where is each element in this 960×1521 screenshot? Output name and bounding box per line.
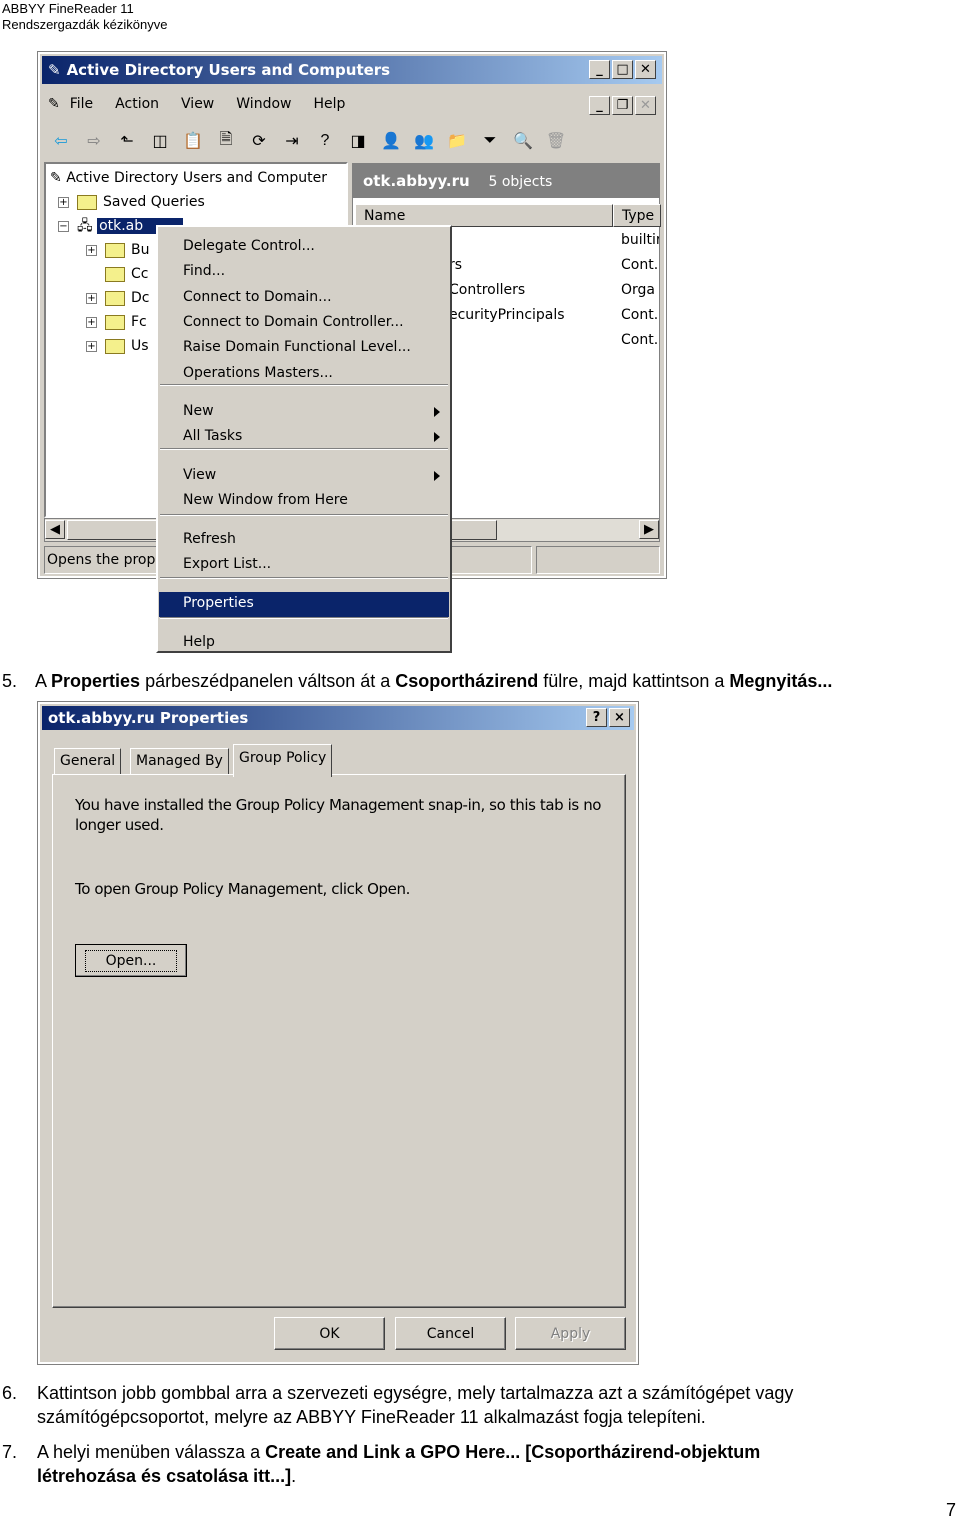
menu-item-connect-to-domain[interactable]: Connect to Domain... bbox=[183, 289, 332, 305]
pane-title: otk.abbyy.ru bbox=[363, 172, 470, 190]
child-restore-button[interactable]: ❐ bbox=[612, 96, 633, 115]
doc-header-subtitle: Rendszergazdák kézikönyve bbox=[2, 17, 168, 32]
submenu-arrow-icon bbox=[434, 471, 440, 481]
menu-item-view[interactable]: View bbox=[183, 467, 216, 483]
tree-root[interactable]: ✎ Active Directory Users and Computer bbox=[50, 166, 346, 190]
menu-separator bbox=[160, 617, 448, 619]
step-5: 5. A Properties párbeszédpanelen váltson … bbox=[2, 671, 833, 691]
step-7: 7. A helyi menüben válassza a Create and… bbox=[2, 1442, 761, 1486]
column-header-name[interactable]: Name bbox=[355, 204, 613, 227]
doc-header-title: ABBYY FineReader 11 bbox=[2, 1, 134, 16]
find-icon[interactable]: 🔍 bbox=[510, 128, 536, 154]
menu-item-new-window-from-here[interactable]: New Window from Here bbox=[183, 492, 348, 508]
cancel-button[interactable]: Cancel bbox=[395, 1317, 506, 1350]
maximize-button[interactable]: □ bbox=[612, 60, 633, 79]
column-header-type[interactable]: Type bbox=[613, 204, 661, 227]
menu-item-export-list[interactable]: Export List... bbox=[183, 556, 271, 572]
tree-item-saved-queries[interactable]: + Saved Queries bbox=[50, 190, 346, 214]
help-button[interactable]: ? bbox=[586, 708, 607, 727]
toolbar: ⇦ ⇨ ⬑ ◫ 📋 🗎 ⟳ ⇥ ? ◨ 👤 👥 📁 ⏷ 🔍 🗑 bbox=[48, 128, 576, 154]
cell-name: ecurityPrincipals bbox=[449, 307, 565, 323]
menu-item-refresh[interactable]: Refresh bbox=[183, 531, 236, 547]
context-menu: Delegate Control... Find... Connect to Dom… bbox=[156, 225, 452, 653]
apply-button[interactable]: Apply bbox=[515, 1317, 626, 1350]
menu-window[interactable]: Window bbox=[236, 96, 291, 112]
scroll-left-button[interactable]: ◀ bbox=[45, 520, 65, 539]
menu-separator bbox=[160, 514, 448, 516]
back-icon[interactable]: ⇦ bbox=[48, 128, 74, 154]
page-number: 7 bbox=[946, 1500, 957, 1520]
show-tree-icon[interactable]: ◫ bbox=[147, 128, 173, 154]
ok-button[interactable]: OK bbox=[274, 1317, 385, 1350]
cell-type: Cont. bbox=[621, 257, 659, 273]
properties-dialog: otk.abbyy.ru Properties ? × General Mana… bbox=[37, 701, 639, 1365]
menu-item-new[interactable]: New bbox=[183, 403, 214, 419]
menu-bar: ✎ File Action View Window Help bbox=[48, 96, 367, 112]
title-bar: ✎ Active Directory Users and Computers bbox=[42, 56, 662, 84]
menu-item-find[interactable]: Find... bbox=[183, 263, 225, 279]
open-button[interactable]: Open... bbox=[75, 944, 187, 977]
menu-separator bbox=[160, 448, 448, 450]
menu-item-raise-domain-functional-level[interactable]: Raise Domain Functional Level... bbox=[183, 339, 411, 355]
action-pane-icon[interactable]: ◨ bbox=[345, 128, 371, 154]
close-button[interactable]: ✕ bbox=[635, 60, 656, 79]
open-instruction: To open Group Policy Management, click O… bbox=[75, 880, 410, 898]
snapin-icon: ✎ bbox=[50, 170, 67, 186]
menu-item-connect-to-domain-controller[interactable]: Connect to Domain Controller... bbox=[183, 314, 404, 330]
menu-help[interactable]: Help bbox=[313, 96, 345, 112]
menu-item-delegate-control[interactable]: Delegate Control... bbox=[183, 238, 315, 254]
add-to-group-icon[interactable]: 🗑 bbox=[543, 128, 569, 154]
menu-item-help[interactable]: Help bbox=[183, 634, 215, 650]
paste-icon[interactable]: 📋 bbox=[180, 128, 206, 154]
step-6: 6. Kattintson jobb gombbal arra a szerve… bbox=[2, 1383, 794, 1427]
minimize-button[interactable]: _ bbox=[589, 60, 610, 79]
submenu-arrow-icon bbox=[434, 432, 440, 442]
child-minimize-button[interactable]: _ bbox=[589, 96, 610, 115]
dialog-close-button[interactable]: × bbox=[609, 708, 630, 727]
object-count: 5 objects bbox=[488, 174, 553, 190]
cell-type: Orga bbox=[621, 282, 655, 298]
menu-view[interactable]: View bbox=[181, 96, 214, 112]
menu-action[interactable]: Action bbox=[115, 96, 159, 112]
menu-file[interactable]: File bbox=[70, 96, 93, 112]
properties-icon[interactable]: 🗎 bbox=[213, 128, 239, 154]
export-icon[interactable]: ⇥ bbox=[279, 128, 305, 154]
up-folder-icon[interactable]: ⬑ bbox=[114, 128, 140, 154]
filter-icon[interactable]: ⏷ bbox=[477, 128, 503, 154]
menu-item-properties[interactable]: Properties bbox=[183, 595, 254, 611]
help-icon[interactable]: ? bbox=[312, 128, 338, 154]
tab-panel: You have installed the Group Policy Mana… bbox=[52, 774, 626, 1308]
dialog-title-bar: otk.abbyy.ru Properties bbox=[42, 706, 634, 730]
scroll-right-button[interactable]: ▶ bbox=[639, 520, 659, 539]
menu-separator bbox=[160, 577, 448, 579]
tab-group-policy[interactable]: Group Policy bbox=[233, 744, 333, 777]
child-close-button[interactable]: ✕ bbox=[635, 96, 656, 115]
mmc-icon: ✎ bbox=[48, 96, 60, 112]
info-message: You have installed the Group Policy Mana… bbox=[75, 796, 602, 834]
menu-separator bbox=[160, 384, 448, 386]
submenu-arrow-icon bbox=[434, 407, 440, 417]
cell-type: Cont. bbox=[621, 307, 659, 323]
new-ou-icon[interactable]: 📁 bbox=[444, 128, 470, 154]
folder-icon bbox=[77, 194, 97, 210]
window-title: Active Directory Users and Computers bbox=[66, 61, 391, 79]
menu-item-operations-masters[interactable]: Operations Masters... bbox=[183, 365, 333, 381]
new-user-icon[interactable]: 👤 bbox=[378, 128, 404, 154]
domain-icon: 🖧 bbox=[77, 218, 98, 234]
aduc-app-icon: ✎ bbox=[48, 61, 61, 79]
forward-icon[interactable]: ⇨ bbox=[81, 128, 107, 154]
cell-name: Controllers bbox=[449, 282, 526, 298]
cell-type: Cont. bbox=[621, 332, 659, 348]
new-group-icon[interactable]: 👥 bbox=[411, 128, 437, 154]
tab-managed-by[interactable]: Managed By bbox=[130, 748, 229, 775]
status-bar-panel bbox=[536, 546, 660, 574]
refresh-icon[interactable]: ⟳ bbox=[246, 128, 272, 154]
menu-item-all-tasks[interactable]: All Tasks bbox=[183, 428, 242, 444]
tab-general[interactable]: General bbox=[54, 748, 122, 775]
cell-type: builtir bbox=[621, 232, 659, 248]
dialog-title: otk.abbyy.ru Properties bbox=[48, 709, 249, 727]
